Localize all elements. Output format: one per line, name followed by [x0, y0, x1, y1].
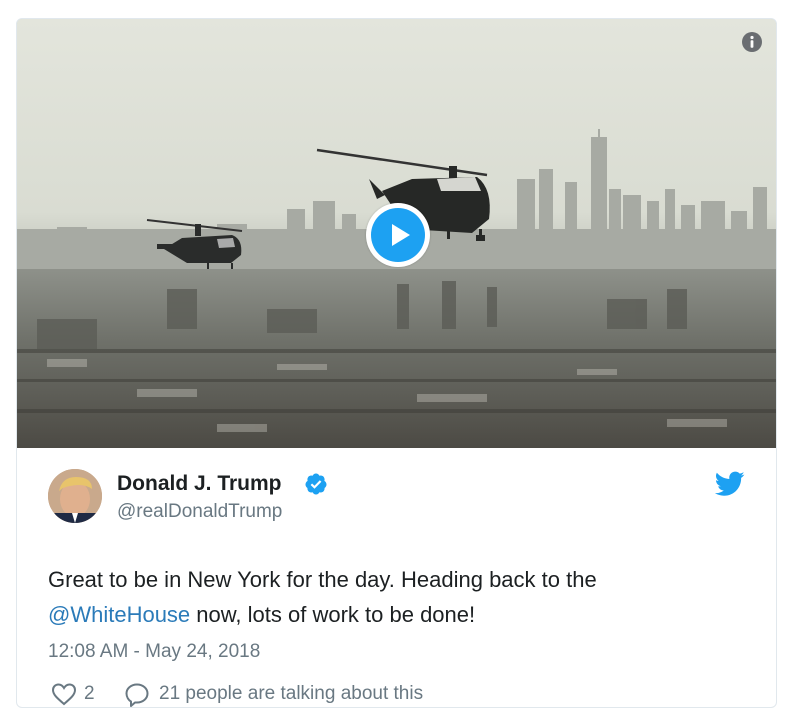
mention-link[interactable]: @WhiteHouse — [48, 602, 190, 627]
like-button[interactable]: 2 — [51, 680, 111, 707]
info-icon[interactable] — [742, 32, 762, 52]
author-handle[interactable]: @realDonaldTrump — [117, 501, 282, 523]
reply-button[interactable]: 21 people are talking about this — [124, 680, 464, 707]
timestamp-link[interactable]: 12:08 AM - May 24, 2018 — [48, 641, 260, 663]
video-thumbnail[interactable] — [17, 19, 776, 448]
play-button[interactable] — [366, 203, 430, 267]
heart-icon — [51, 683, 77, 706]
speech-bubble-icon — [125, 683, 149, 707]
like-count: 2 — [84, 683, 95, 704]
twitter-bird-icon[interactable] — [715, 471, 745, 497]
avatar[interactable] — [48, 469, 102, 523]
verified-badge-icon — [305, 473, 327, 495]
reply-label: 21 people are talking about this — [159, 683, 424, 704]
tweet-text-part: now, lots of work to be done! — [190, 602, 476, 627]
tweet-text: Great to be in New York for the day. Hea… — [48, 562, 748, 632]
embedded-tweet-card: Donald J. Trump @realDonaldTrump Great t… — [16, 18, 777, 708]
play-icon[interactable] — [371, 208, 425, 262]
author-name[interactable]: Donald J. Trump — [117, 472, 282, 496]
tweet-text-part: Great to be in New York for the day. Hea… — [48, 567, 597, 592]
